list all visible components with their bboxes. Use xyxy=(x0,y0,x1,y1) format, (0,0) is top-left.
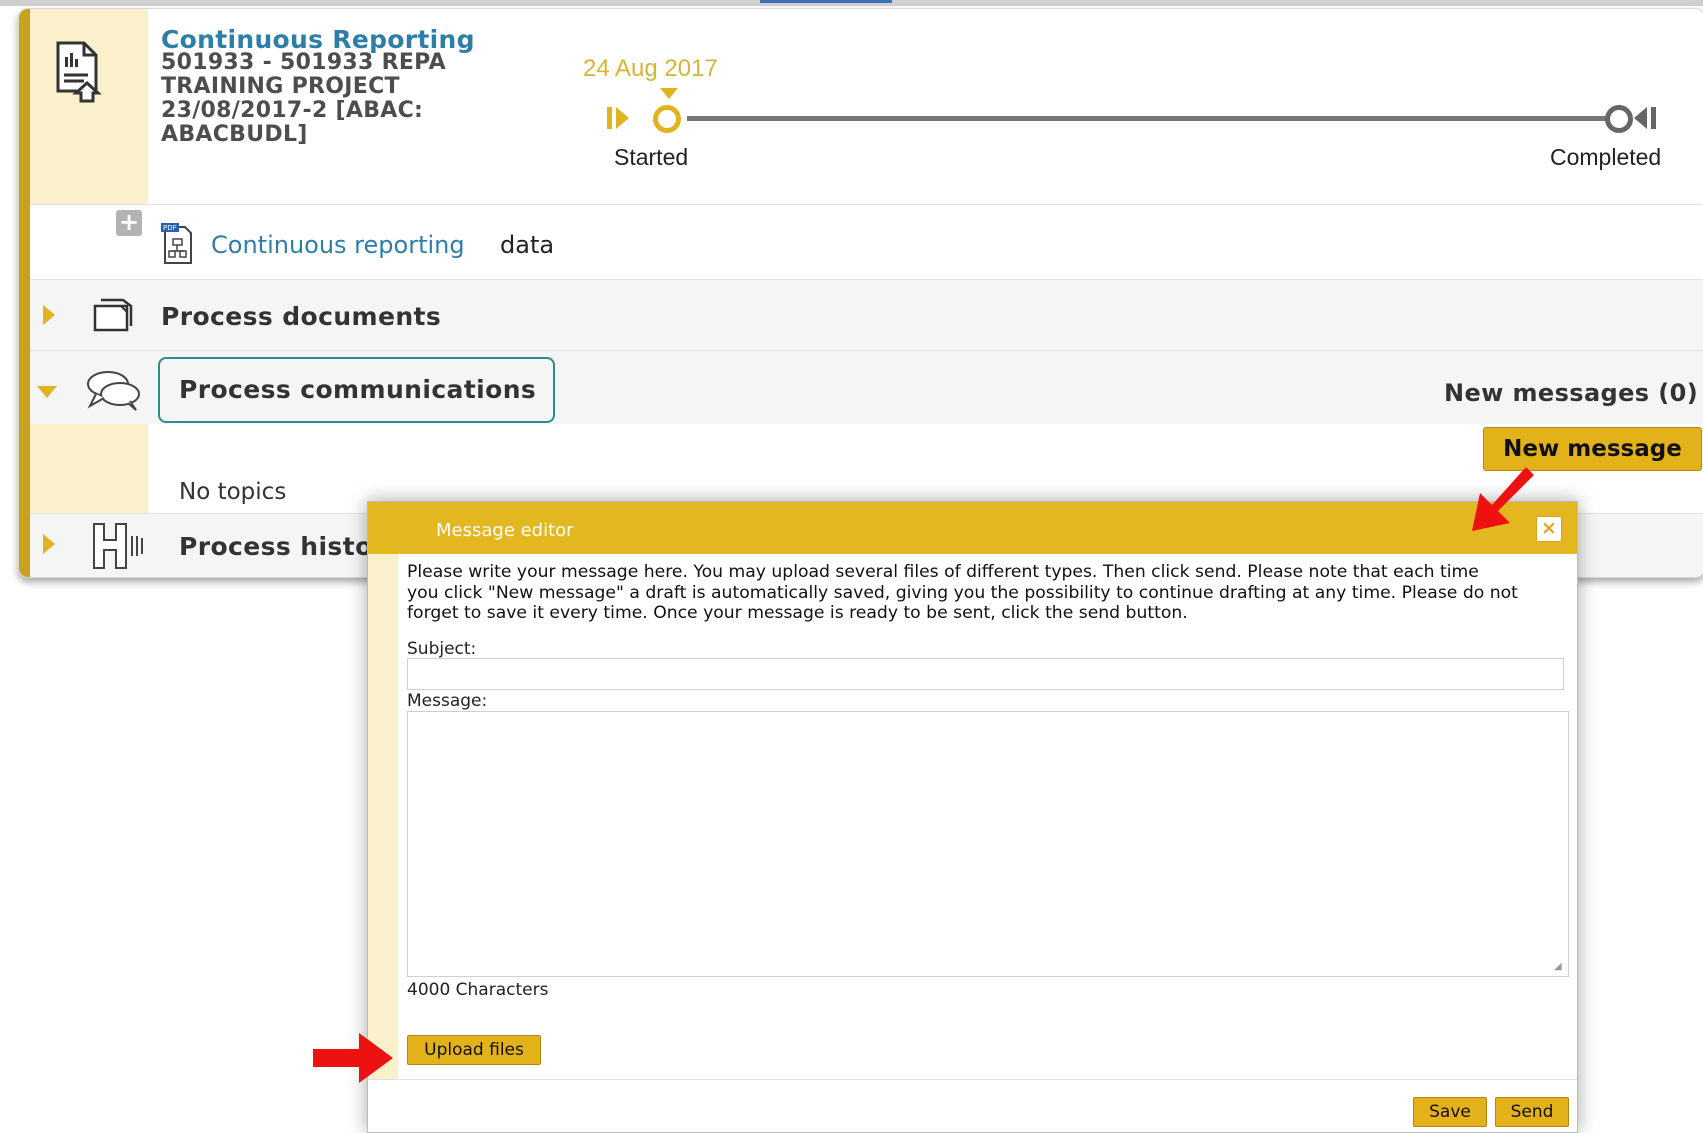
divider xyxy=(30,204,1703,205)
instruction-line: forget to save it every time. Once your … xyxy=(407,603,1188,623)
dialog-title: Message editor xyxy=(436,520,574,541)
chat-bubbles-icon xyxy=(87,371,140,411)
save-button[interactable]: Save xyxy=(1413,1097,1487,1127)
process-panel: Continuous Reporting 501933 - 501933 REP… xyxy=(18,8,1703,578)
section-process-documents[interactable]: Process documents xyxy=(30,280,1703,350)
process-subtitle-line: ABACBUDL] xyxy=(161,122,308,147)
process-subtitle-line: TRAINING PROJECT xyxy=(161,74,400,99)
data-row-suffix: data xyxy=(500,231,555,259)
message-editor-dialog: Message editor × Please write your messa… xyxy=(367,501,1578,1133)
timeline-end-icon xyxy=(1634,107,1656,129)
no-topics-text: No topics xyxy=(179,479,287,505)
expand-arrow-icon[interactable] xyxy=(43,534,55,554)
timeline-start-label: Started xyxy=(614,144,689,170)
subject-input[interactable] xyxy=(407,658,1564,690)
report-upload-icon xyxy=(56,41,102,103)
timeline-track xyxy=(687,116,1617,121)
panel-accent-bar xyxy=(19,9,30,577)
send-button[interactable]: Send xyxy=(1495,1097,1569,1127)
timeline-current-pointer xyxy=(660,88,678,99)
dialog-footer-divider xyxy=(368,1079,1577,1080)
message-textarea[interactable]: ◢ xyxy=(407,711,1569,977)
process-subtitle: 501933 - 501933 REPA TRAINING PROJECT 23… xyxy=(161,51,491,147)
subject-label: Subject: xyxy=(407,639,477,659)
close-icon[interactable]: × xyxy=(1536,516,1562,542)
window-tab-indicator xyxy=(760,0,892,3)
new-messages-count: New messages (0) xyxy=(1444,379,1699,407)
continuous-reporting-data-link[interactable]: Continuous reporting xyxy=(211,231,465,259)
instruction-line: Please write your message here. You may … xyxy=(407,562,1479,582)
expand-arrow-icon[interactable] xyxy=(43,305,55,325)
communications-icon-column xyxy=(30,424,148,514)
timeline-start-node xyxy=(653,105,681,133)
svg-text:PDF: PDF xyxy=(163,224,177,232)
instruction-line: you click "New message" a draft is autom… xyxy=(407,582,1518,603)
dialog-instructions: Please write your message here. You may … xyxy=(407,562,1567,624)
process-subtitle-line: 23/08/2017-2 [ABAC: xyxy=(161,98,424,123)
timeline-end-label: Completed xyxy=(1550,144,1662,170)
upload-files-button[interactable]: Upload files xyxy=(407,1035,541,1065)
timeline-end-node xyxy=(1605,105,1633,133)
folder-icon xyxy=(93,298,133,332)
annotation-arrow-icon xyxy=(313,1033,393,1083)
process-subtitle-line: 501933 - 501933 REPA xyxy=(161,50,446,75)
timeline-date: 24 Aug 2017 xyxy=(583,55,718,82)
highlight-outline xyxy=(158,357,555,423)
collapse-arrow-icon[interactable] xyxy=(37,386,57,398)
section-title[interactable]: Process histor xyxy=(179,532,385,561)
resize-grip-icon[interactable]: ◢ xyxy=(1554,962,1564,972)
message-label: Message: xyxy=(407,691,488,711)
expand-plus-button[interactable]: + xyxy=(116,210,142,236)
form-document-icon: PDF xyxy=(161,223,192,264)
timeline-start-icon xyxy=(607,107,629,129)
section-title[interactable]: Process documents xyxy=(161,302,441,331)
dialog-side-strip xyxy=(368,554,398,1079)
character-counter: 4000 Characters xyxy=(407,980,549,1000)
history-icon xyxy=(93,523,143,569)
annotation-arrow-icon xyxy=(1472,467,1534,531)
